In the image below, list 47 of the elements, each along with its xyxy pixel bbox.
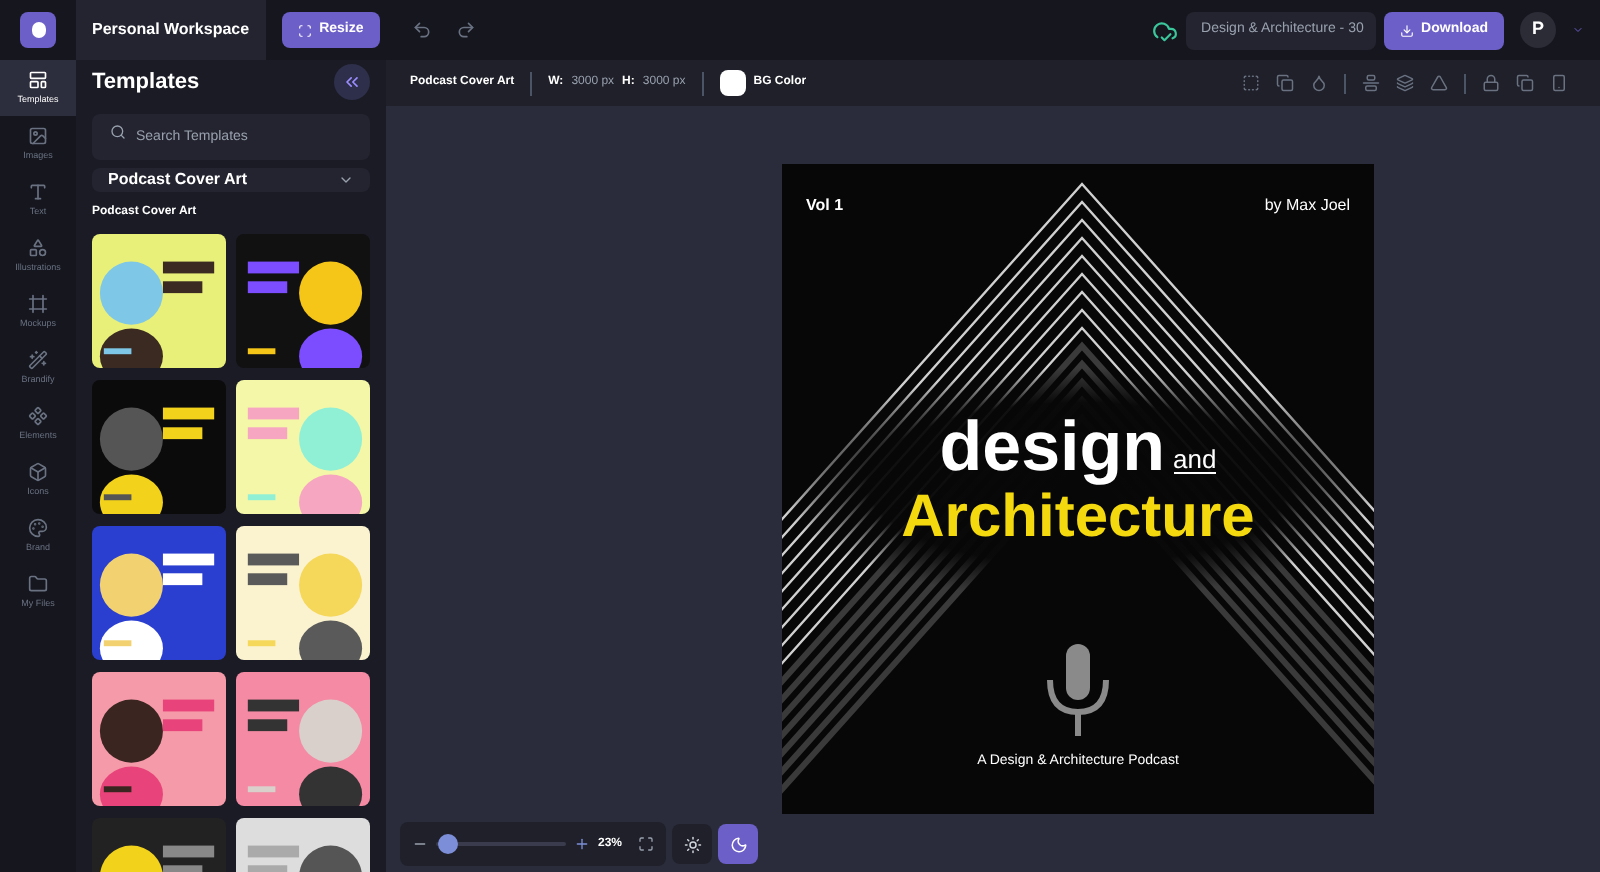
moon-icon xyxy=(729,835,747,853)
color-swatch[interactable] xyxy=(719,70,746,96)
resize-icon xyxy=(297,23,312,37)
cube-icon xyxy=(28,461,48,482)
frame-icon xyxy=(28,293,48,314)
duplicate-icon[interactable] xyxy=(1516,74,1534,92)
collapse-button[interactable] xyxy=(334,64,370,100)
panel-title: Templates xyxy=(92,67,200,98)
fit-screen-icon[interactable] xyxy=(638,836,654,852)
wand-icon xyxy=(28,349,48,370)
subtitle-text[interactable]: Architecture xyxy=(782,488,1374,548)
text-icon xyxy=(28,181,48,202)
category-dropdown[interactable]: Podcast Cover Art xyxy=(92,168,370,192)
microphone-icon[interactable] xyxy=(1044,644,1112,736)
layers-icon[interactable] xyxy=(1396,74,1414,92)
align-icon[interactable] xyxy=(1362,74,1380,92)
collapse-icon xyxy=(342,72,362,92)
component-icon xyxy=(28,405,48,426)
templates-icon xyxy=(28,69,48,90)
droplet-icon[interactable] xyxy=(1310,74,1328,92)
theme-toggle[interactable] xyxy=(718,824,758,864)
workspace-tab[interactable]: Personal Workspace xyxy=(76,0,266,60)
frame-icon[interactable] xyxy=(1242,74,1260,92)
redo-icon[interactable] xyxy=(455,20,476,40)
phone-icon[interactable] xyxy=(1550,74,1568,92)
slider-thumb[interactable] xyxy=(438,834,459,854)
palette-icon xyxy=(28,517,48,538)
download-icon xyxy=(1399,23,1414,37)
shapes-icon xyxy=(28,237,48,258)
image-icon xyxy=(28,125,48,146)
search-icon xyxy=(110,123,126,139)
copy-icon[interactable] xyxy=(1276,74,1294,92)
title-small-text[interactable]: and xyxy=(1173,446,1217,474)
triangle-icon[interactable] xyxy=(1430,74,1448,92)
author-text[interactable]: by Max Joel xyxy=(1264,194,1350,218)
lock-icon[interactable] xyxy=(1482,74,1500,92)
title-text[interactable]: design xyxy=(939,412,1166,482)
folder-icon xyxy=(28,573,48,594)
avatar[interactable]: P xyxy=(1520,12,1556,48)
theme-toggle[interactable] xyxy=(672,824,712,864)
cloud-icon xyxy=(1151,17,1178,43)
sun-icon xyxy=(683,835,701,853)
volume-text[interactable]: Vol 1 xyxy=(806,194,844,218)
undo-icon[interactable] xyxy=(411,20,432,40)
plus-icon[interactable] xyxy=(573,836,590,852)
logo-icon[interactable] xyxy=(20,12,56,48)
caret-icon xyxy=(338,172,354,188)
